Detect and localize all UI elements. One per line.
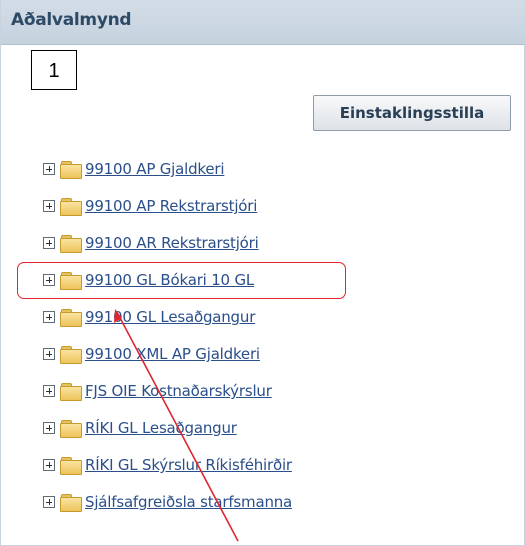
tree-item[interactable]: RÍKI GL Lesaðgangur: [43, 415, 237, 441]
step-number-callout: 1: [31, 50, 77, 90]
expand-plus-icon[interactable]: [43, 385, 55, 397]
tree-item-link[interactable]: Sjálfsafgreiðsla starfsmanna: [85, 493, 292, 511]
folder-icon: [60, 271, 82, 290]
expand-plus-icon[interactable]: [43, 422, 55, 434]
tree-item[interactable]: 99100 AP Gjaldkeri: [43, 156, 225, 182]
tree-item-link[interactable]: RÍKI GL Skýrslur Ríkisféhirðir: [85, 456, 292, 474]
expand-plus-icon[interactable]: [43, 200, 55, 212]
folder-icon: [60, 345, 82, 364]
expand-plus-icon[interactable]: [43, 459, 55, 471]
tree-item[interactable]: 99100 GL Bókari 10 GL: [43, 267, 254, 293]
folder-icon: [60, 382, 82, 401]
expand-plus-icon[interactable]: [43, 348, 55, 360]
panel-header: Aðalvalmynd: [1, 0, 525, 45]
expand-plus-icon[interactable]: [43, 496, 55, 508]
tree-item-link[interactable]: 99100 AP Rekstrarstjóri: [85, 197, 257, 215]
tree-item-link[interactable]: 99100 AR Rekstrarstjóri: [85, 234, 259, 252]
tree-item-link[interactable]: 99100 GL Bókari 10 GL: [85, 271, 254, 289]
main-menu-panel: Aðalvalmynd 1 Einstaklingsstilla 99100 A…: [0, 0, 525, 546]
folder-icon: [60, 308, 82, 327]
folder-icon: [60, 456, 82, 475]
expand-plus-icon[interactable]: [43, 163, 55, 175]
tree-item[interactable]: 99100 GL Lesaðgangur: [43, 304, 255, 330]
expand-plus-icon[interactable]: [43, 237, 55, 249]
folder-icon: [60, 197, 82, 216]
tree-item-link[interactable]: RÍKI GL Lesaðgangur: [85, 419, 237, 437]
expand-plus-icon[interactable]: [43, 311, 55, 323]
tree-item-link[interactable]: 99100 AP Gjaldkeri: [85, 160, 225, 178]
folder-icon: [60, 493, 82, 512]
tree-item[interactable]: 99100 AP Rekstrarstjóri: [43, 193, 257, 219]
tree-item[interactable]: 99100 XML AP Gjaldkeri: [43, 341, 260, 367]
expand-plus-icon[interactable]: [43, 274, 55, 286]
tree-item[interactable]: 99100 AR Rekstrarstjóri: [43, 230, 259, 256]
tree-item[interactable]: Sjálfsafgreiðsla starfsmanna: [43, 489, 292, 515]
tree-item-link[interactable]: 99100 GL Lesaðgangur: [85, 308, 255, 326]
panel-title: Aðalvalmynd: [11, 10, 132, 30]
folder-icon: [60, 160, 82, 179]
folder-icon: [60, 234, 82, 253]
folder-icon: [60, 419, 82, 438]
tree-item-link[interactable]: 99100 XML AP Gjaldkeri: [85, 345, 260, 363]
tree-item-link[interactable]: FJS OIE Kostnaðarskýrslur: [85, 382, 272, 400]
personalize-button[interactable]: Einstaklingsstilla: [313, 95, 511, 131]
tree-item[interactable]: RÍKI GL Skýrslur Ríkisféhirðir: [43, 452, 292, 478]
tree-item[interactable]: FJS OIE Kostnaðarskýrslur: [43, 378, 272, 404]
